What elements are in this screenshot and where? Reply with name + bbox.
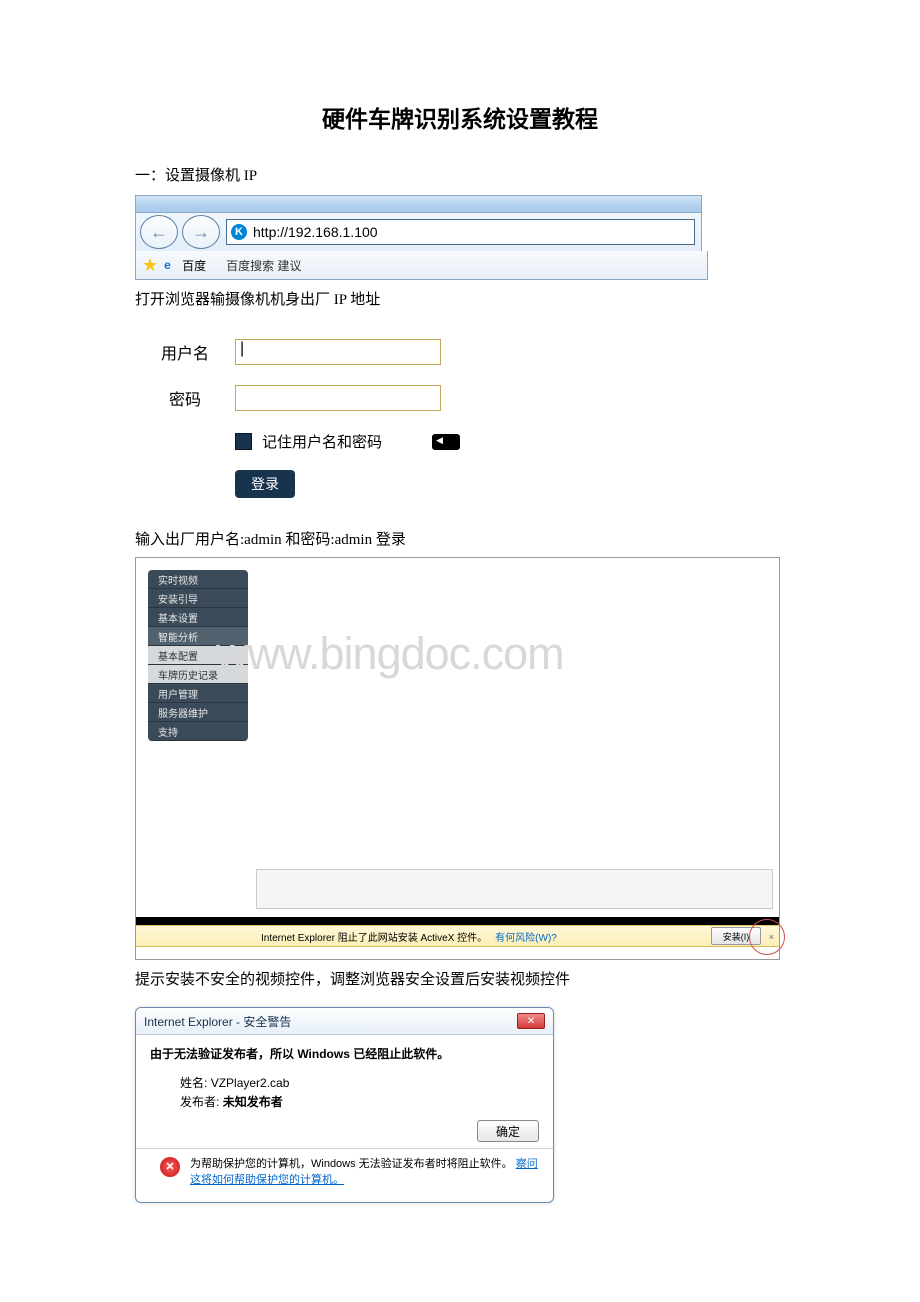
section-heading-1: 一：设置摄像机 IP	[135, 164, 785, 185]
site-icon: K	[231, 224, 247, 240]
name-label: 姓名:	[180, 1076, 207, 1090]
browser-titlebar	[135, 195, 702, 213]
username-label: 用户名	[135, 340, 235, 364]
menu-basic-settings[interactable]: 基本设置	[148, 608, 248, 627]
remember-label: 记住用户名和密码	[262, 431, 382, 452]
favorites-bar: ★ e 百度 百度搜索 建议	[135, 251, 708, 280]
page-title: 硬件车牌识别系统设置教程	[135, 100, 785, 134]
activex-risk-link[interactable]: 有何风险(W)?	[495, 929, 557, 944]
url-text: http://192.168.1.100	[253, 224, 378, 240]
search-suggest: 百度搜索 建议	[226, 257, 301, 274]
body-text-2: 输入出厂用户名:admin 和密码:admin 登录	[135, 528, 785, 549]
watermark: www.bingdoc.com	[216, 628, 564, 680]
password-label: 密码	[135, 386, 235, 410]
dialog-info: 姓名: VZPlayer2.cab 发布者: 未知发布者	[150, 1074, 539, 1112]
password-input[interactable]	[235, 385, 441, 411]
publisher-label: 发布者:	[180, 1095, 219, 1109]
login-button[interactable]: 登录	[235, 470, 295, 498]
body-text-1: 打开浏览器输摄像机机身出厂 IP 地址	[135, 288, 785, 309]
dialog-ok-button[interactable]: 确定	[477, 1120, 539, 1142]
activex-warning-bar: Internet Explorer 阻止了此网站安装 ActiveX 控件。 有…	[136, 925, 779, 947]
video-area	[256, 869, 773, 909]
camera-admin-screenshot: 实时视频 安装引导 基本设置 智能分析 基本配置 车牌历史记录 用户管理 服务器…	[135, 557, 780, 960]
security-dialog: Internet Explorer - 安全警告 ✕ 由于无法验证发布者，所以 …	[135, 1007, 554, 1203]
browser-screenshot: ← → K http://192.168.1.100 ★ e 百度 百度搜索 建…	[135, 195, 785, 280]
forward-button[interactable]: →	[182, 215, 220, 249]
name-value: VZPlayer2.cab	[211, 1076, 290, 1090]
activex-msg: Internet Explorer 阻止了此网站安装 ActiveX 控件。	[261, 929, 487, 944]
ie-icon: e	[164, 258, 178, 272]
menu-realtime[interactable]: 实时视频	[148, 570, 248, 589]
highlight-circle	[749, 919, 785, 955]
toggle-icon[interactable]	[432, 434, 460, 450]
shield-icon: ✕	[160, 1157, 180, 1177]
browser-navbar: ← → K http://192.168.1.100	[135, 213, 702, 251]
publisher-value: 未知发布者	[223, 1095, 283, 1109]
dialog-header: 由于无法验证发布者，所以 Windows 已经阻止此软件。	[150, 1045, 539, 1062]
username-input[interactable]: |	[235, 339, 441, 365]
remember-checkbox[interactable]	[235, 433, 252, 450]
dialog-footer: ✕ 为帮助保护您的计算机，Windows 无法验证发布者时将阻止软件。 察问这将…	[150, 1157, 539, 1194]
star-icon[interactable]: ★	[142, 255, 158, 276]
fav-baidu[interactable]: 百度	[182, 257, 206, 274]
dialog-close-button[interactable]: ✕	[517, 1013, 545, 1029]
address-bar[interactable]: K http://192.168.1.100	[226, 219, 695, 245]
body-text-3: 提示安装不安全的视频控件，调整浏览器安全设置后安装视频控件	[135, 968, 785, 989]
menu-install-guide[interactable]: 安装引导	[148, 589, 248, 608]
login-form: 用户名 | 密码 记住用户名和密码 登录	[135, 339, 515, 498]
menu-support[interactable]: 支持	[148, 722, 248, 741]
dialog-title: Internet Explorer - 安全警告	[144, 1013, 291, 1030]
menu-user-mgmt[interactable]: 用户管理	[148, 684, 248, 703]
menu-server-maint[interactable]: 服务器维护	[148, 703, 248, 722]
dialog-divider	[136, 1148, 553, 1149]
dialog-titlebar: Internet Explorer - 安全警告 ✕	[136, 1008, 553, 1035]
back-button[interactable]: ←	[140, 215, 178, 249]
footer-text: 为帮助保护您的计算机，Windows 无法验证发布者时将阻止软件。	[190, 1158, 513, 1170]
